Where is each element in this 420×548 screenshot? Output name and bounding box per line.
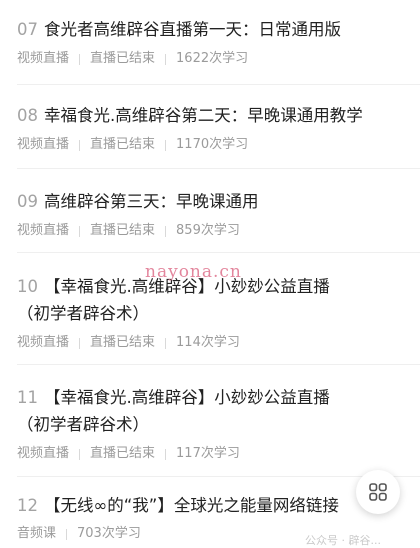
meta-divider <box>66 528 68 540</box>
list-item[interactable]: 08 幸福食光.高维辟谷第二天：早晚课通用教学 视频直播 直播已结束 1170次学… <box>17 102 397 154</box>
list-item[interactable]: 10 【幸福食光.高维辟谷】小玅玅公益直播（初学者辟谷术） 视频直播 直播已结束 … <box>17 273 397 352</box>
item-number: 08 <box>17 106 38 125</box>
meta-divider <box>79 225 81 237</box>
meta-divider <box>79 337 81 349</box>
row-divider <box>17 84 420 85</box>
meta-divider <box>165 448 167 460</box>
item-status: 直播已结束 <box>90 335 156 350</box>
row-divider <box>17 364 420 365</box>
row-divider <box>17 168 420 169</box>
row-divider <box>17 476 420 477</box>
item-views: 859次学习 <box>176 223 240 238</box>
item-meta: 视频直播 直播已结束 114次学习 <box>17 334 397 352</box>
item-title: 12 【无线∞的“我”】全球光之能量网络链接 <box>17 492 352 519</box>
list-item[interactable]: 11 【幸福食光.高维辟谷】小玅玅公益直播（初学者辟谷术） 视频直播 直播已结束 … <box>17 384 397 463</box>
item-type: 视频直播 <box>17 51 70 66</box>
item-type: 视频直播 <box>17 335 70 350</box>
item-number: 09 <box>17 192 38 211</box>
item-views: 703次学习 <box>77 526 141 541</box>
grid-menu-icon <box>369 483 387 501</box>
item-number: 10 <box>17 277 38 296</box>
list-item[interactable]: 09 高维辟谷第三天：早晚课通用 视频直播 直播已结束 859次学习 <box>17 188 397 240</box>
item-type: 视频直播 <box>17 223 70 238</box>
item-title-text: 【无线∞的“我”】全球光之能量网络链接 <box>44 496 339 515</box>
item-title: 08 幸福食光.高维辟谷第二天：早晚课通用教学 <box>17 102 397 129</box>
item-title-text: 幸福食光.高维辟谷第二天：早晚课通用教学 <box>44 106 363 125</box>
item-status: 直播已结束 <box>90 223 156 238</box>
meta-divider <box>165 225 167 237</box>
meta-divider <box>165 139 167 151</box>
item-title-text: 【幸福食光.高维辟谷】小玅玅公益直播（初学者辟谷术） <box>17 388 330 434</box>
item-number: 11 <box>17 388 38 407</box>
meta-divider <box>165 53 167 65</box>
item-title-text: 【幸福食光.高维辟谷】小玅玅公益直播（初学者辟谷术） <box>17 277 330 323</box>
item-views: 1170次学习 <box>176 137 249 152</box>
item-title: 09 高维辟谷第三天：早晚课通用 <box>17 188 397 215</box>
item-type: 视频直播 <box>17 137 70 152</box>
item-number: 12 <box>17 496 38 515</box>
item-meta: 视频直播 直播已结束 859次学习 <box>17 222 397 240</box>
item-number: 07 <box>17 20 38 39</box>
footer-watermark: 公众号 · 辟谷... <box>305 534 381 547</box>
watermark-text: nayona.cn <box>145 262 242 282</box>
item-type: 视频直播 <box>17 446 70 461</box>
item-views: 114次学习 <box>176 335 240 350</box>
item-title-text: 食光者高维辟谷直播第一天：日常通用版 <box>44 20 341 39</box>
item-views: 117次学习 <box>176 446 240 461</box>
item-status: 直播已结束 <box>90 446 156 461</box>
item-status: 直播已结束 <box>90 51 156 66</box>
item-meta: 视频直播 直播已结束 117次学习 <box>17 445 397 463</box>
item-title: 11 【幸福食光.高维辟谷】小玅玅公益直播（初学者辟谷术） <box>17 384 362 438</box>
item-meta: 视频直播 直播已结束 1622次学习 <box>17 50 397 68</box>
grid-menu-button[interactable] <box>356 470 400 514</box>
item-meta: 视频直播 直播已结束 1170次学习 <box>17 136 397 154</box>
item-title-text: 高维辟谷第三天：早晚课通用 <box>44 192 259 211</box>
item-title: 07 食光者高维辟谷直播第一天：日常通用版 <box>17 16 397 43</box>
item-status: 直播已结束 <box>90 137 156 152</box>
meta-divider <box>79 53 81 65</box>
item-type: 音频课 <box>17 526 57 541</box>
list-item[interactable]: 07 食光者高维辟谷直播第一天：日常通用版 视频直播 直播已结束 1622次学习 <box>17 16 397 68</box>
item-views: 1622次学习 <box>176 51 249 66</box>
row-divider <box>17 252 420 253</box>
meta-divider <box>79 139 81 151</box>
meta-divider <box>79 448 81 460</box>
meta-divider <box>165 337 167 349</box>
